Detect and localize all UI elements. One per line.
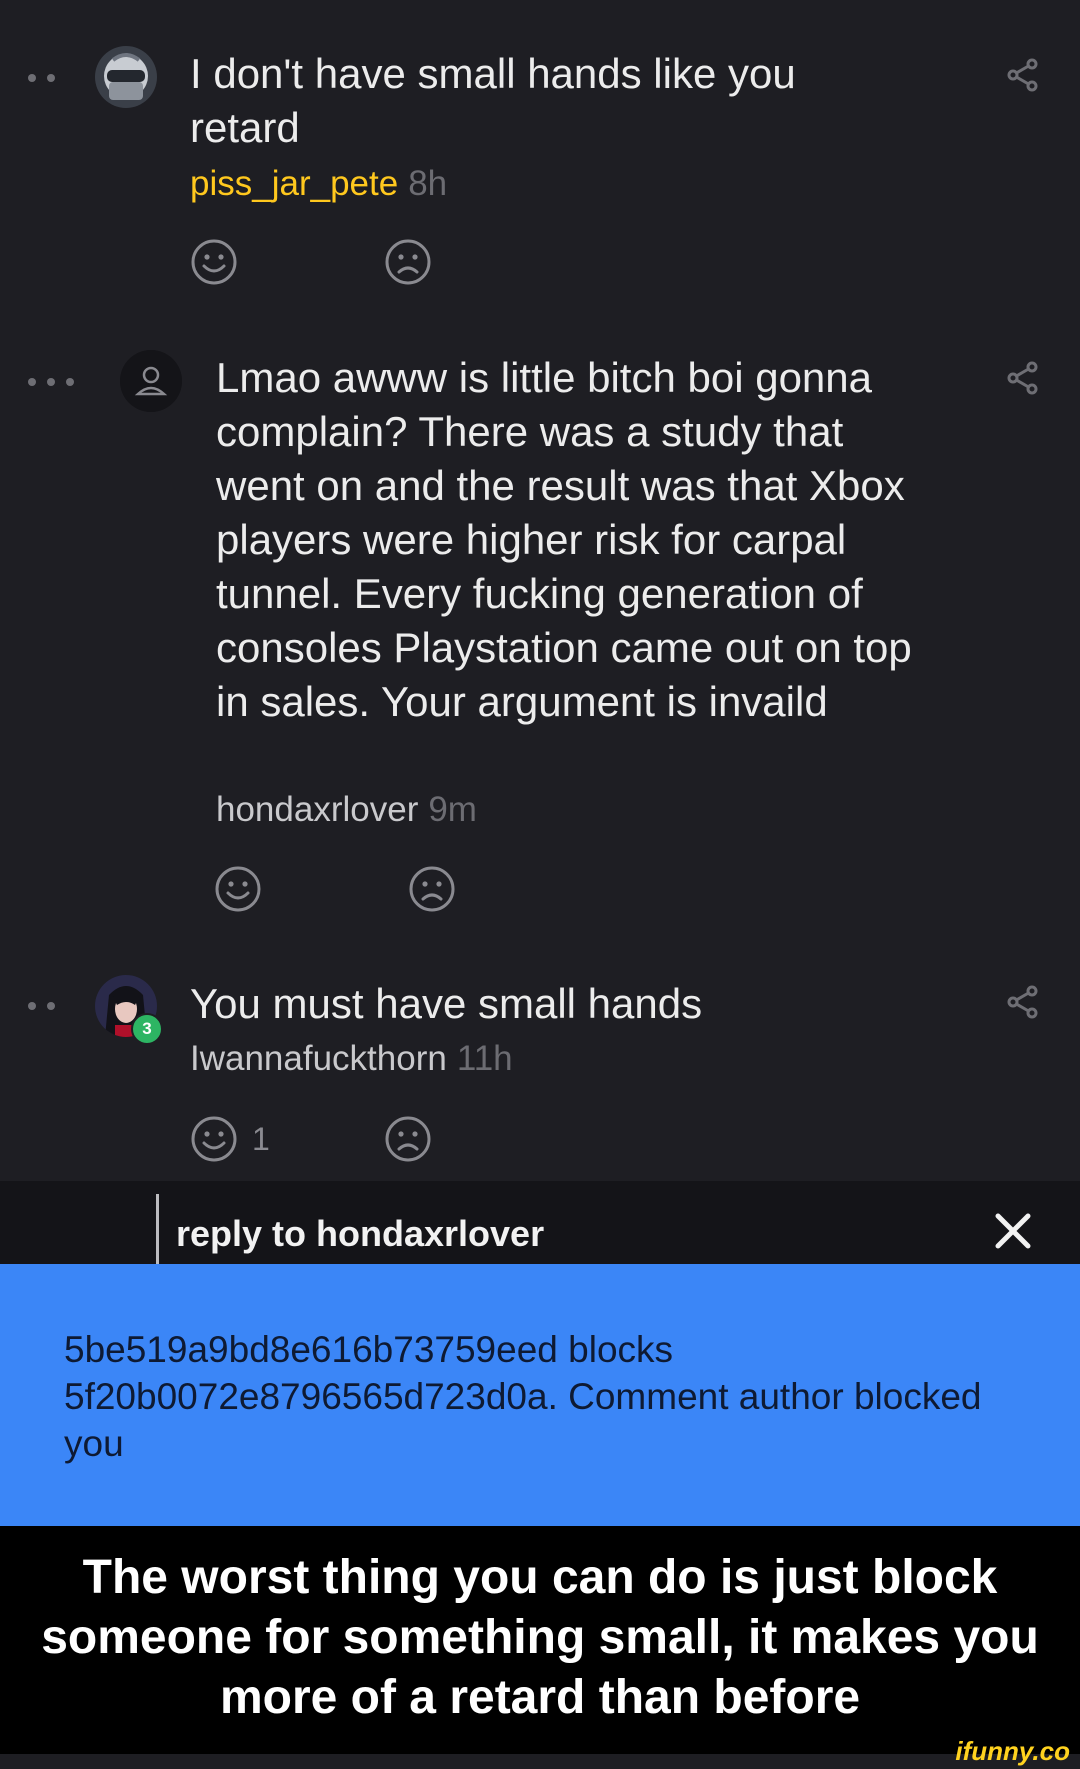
- share-icon[interactable]: [1006, 361, 1040, 395]
- error-toast: 5be519a9bd8e616b73759eed blocks 5f20b007…: [0, 1264, 1080, 1526]
- caption-text: The worst thing you can do is just block…: [41, 1551, 1039, 1724]
- comment-meta: piss_jar_pete 8h: [190, 162, 447, 206]
- comment-text: Lmao awww is little bitch boi gonna comp…: [216, 354, 912, 725]
- share-icon[interactable]: [1006, 58, 1040, 92]
- smile-icon[interactable]: [190, 238, 238, 286]
- level-badge: 3: [131, 1013, 163, 1045]
- more-dots-icon[interactable]: [28, 1002, 55, 1010]
- comment-time: 8h: [408, 164, 448, 203]
- comment-meta: Iwannafuckthorn 11h: [190, 1037, 513, 1081]
- comment-author[interactable]: Iwannafuckthorn: [190, 1039, 447, 1078]
- more-dots-icon[interactable]: [28, 74, 55, 82]
- close-icon[interactable]: [995, 1213, 1031, 1249]
- reply-divider: [156, 1194, 159, 1264]
- comment-time: 11h: [456, 1039, 513, 1078]
- comment-author[interactable]: hondaxrlover: [216, 790, 418, 829]
- comment-text: You must have small hands: [190, 980, 703, 1027]
- comment-author[interactable]: piss_jar_pete: [190, 164, 398, 203]
- more-dots-icon[interactable]: [28, 378, 74, 386]
- reply-label: reply to hondaxrlover: [176, 1213, 545, 1254]
- bottom-strip: ifunny.co: [0, 1736, 1080, 1769]
- smile-count: 1: [252, 1121, 270, 1157]
- frown-icon[interactable]: [384, 1115, 432, 1163]
- watermark: ifunny.co: [955, 1736, 1070, 1766]
- frown-icon[interactable]: [408, 865, 456, 913]
- smile-icon[interactable]: [190, 1115, 238, 1163]
- comment-meta: hondaxrlover 9m: [216, 788, 477, 832]
- smile-icon[interactable]: [214, 865, 262, 913]
- avatar-default[interactable]: [120, 350, 182, 412]
- avatar-piss-jar-pete[interactable]: [95, 46, 157, 108]
- meme-caption: The worst thing you can do is just block…: [0, 1526, 1080, 1754]
- comment-time: 9m: [428, 790, 477, 829]
- toast-message: 5be519a9bd8e616b73759eed blocks 5f20b007…: [64, 1329, 982, 1464]
- share-icon[interactable]: [1006, 985, 1040, 1019]
- frown-icon[interactable]: [384, 238, 432, 286]
- comment-text: I don't have small hands like you retard: [190, 50, 796, 151]
